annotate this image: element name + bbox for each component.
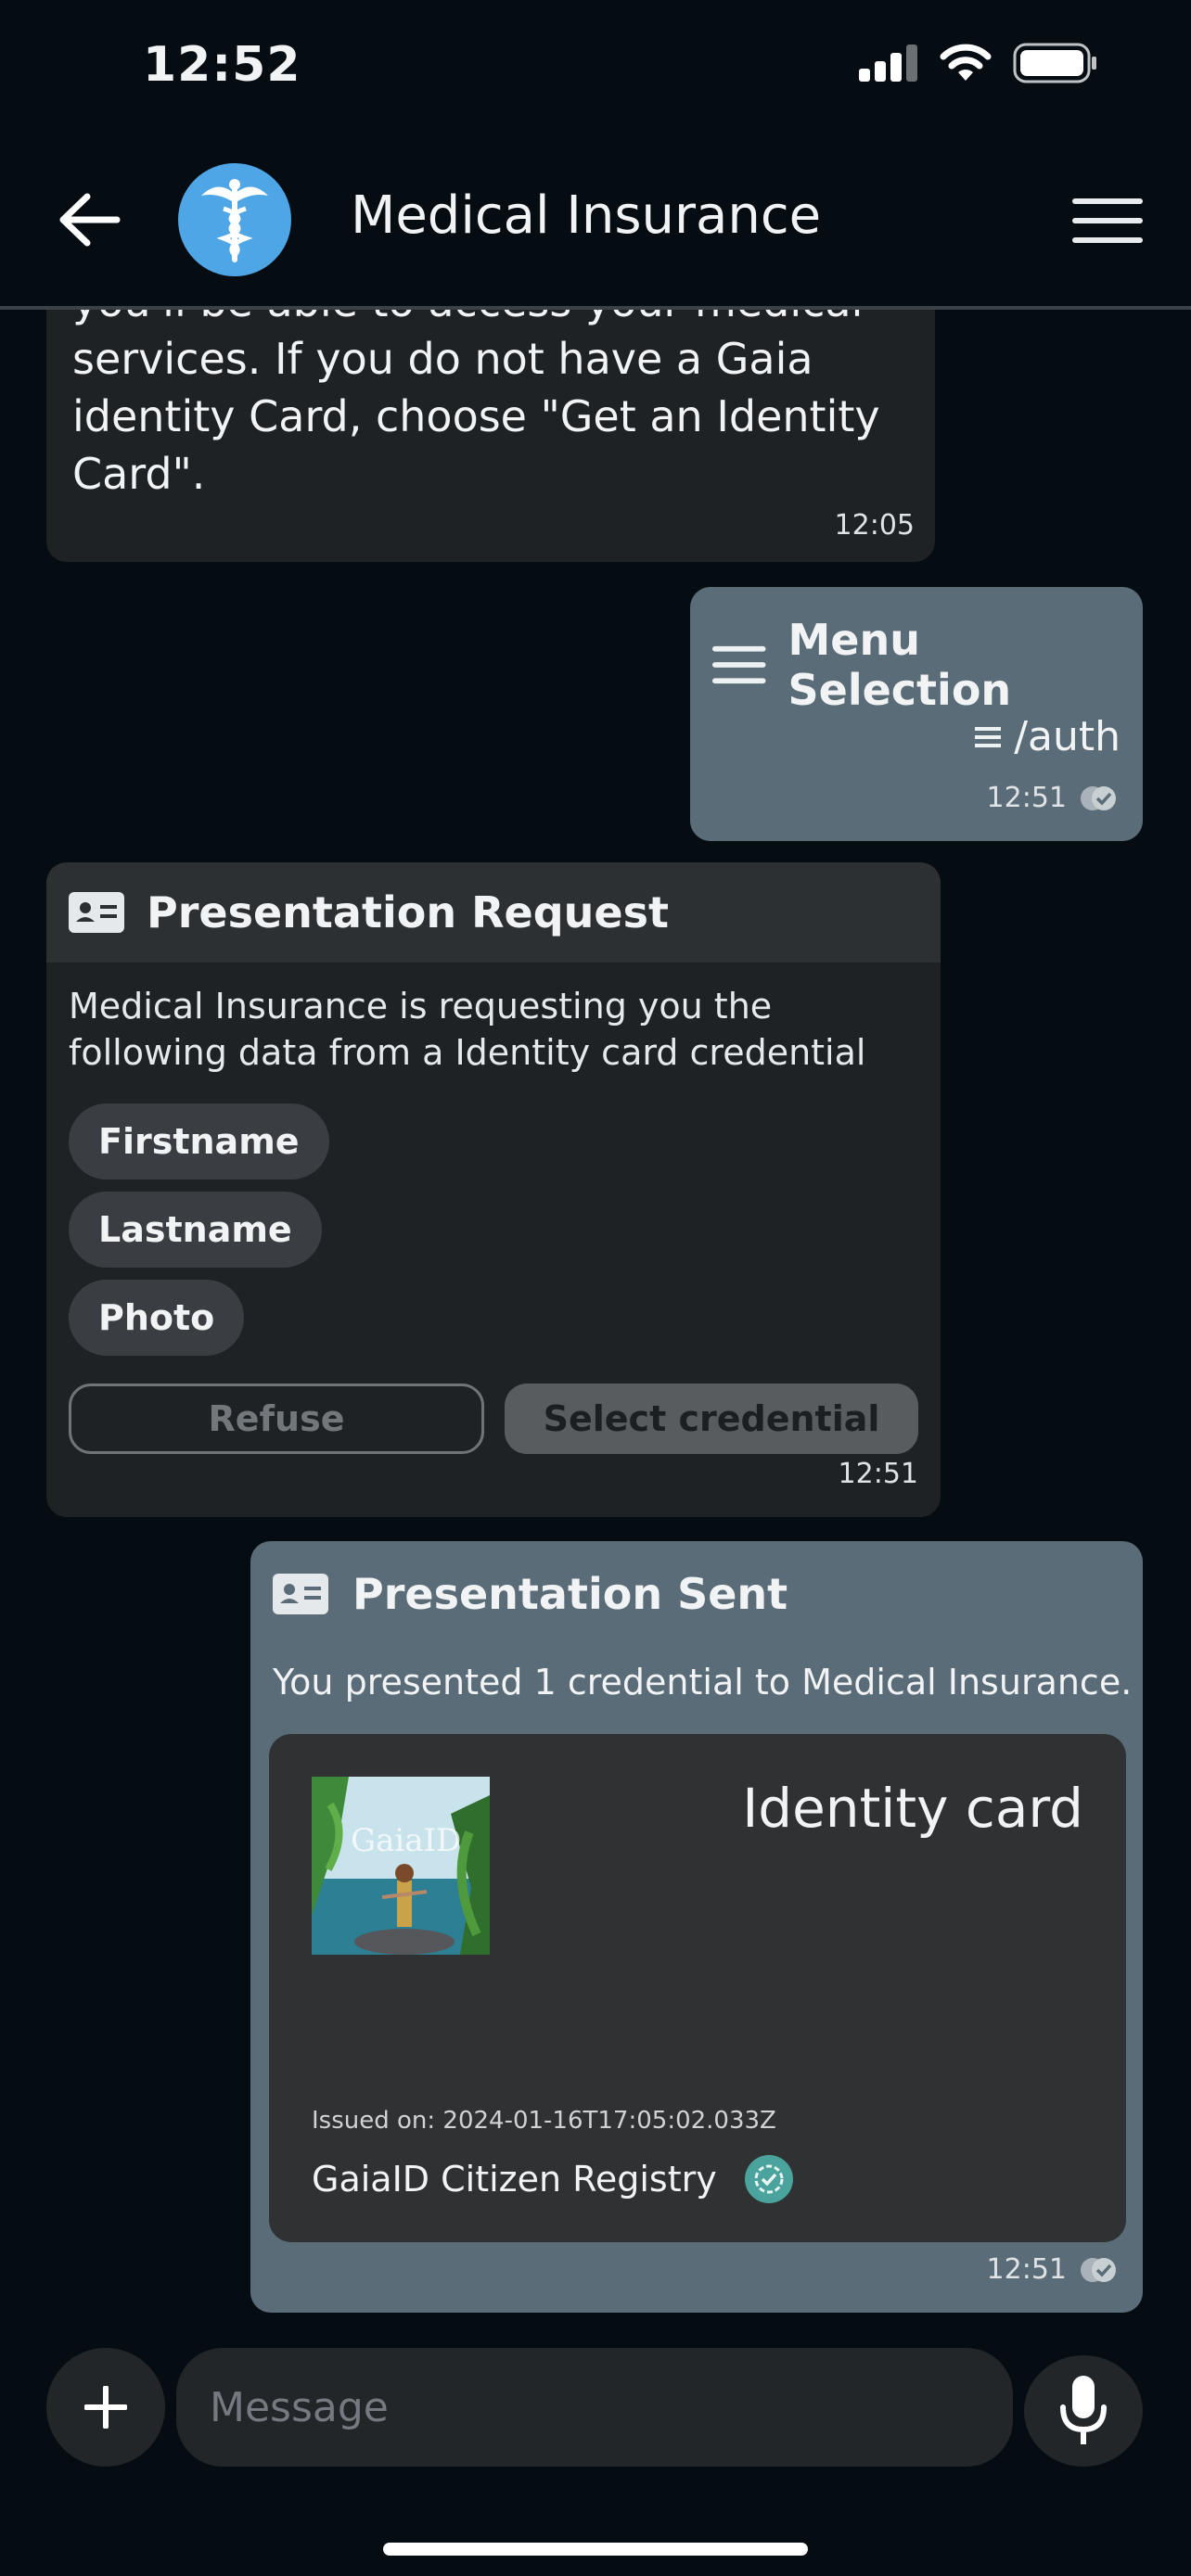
credential-issuer: GaiaID Citizen Registry — [312, 2159, 717, 2200]
status-time: 12:52 — [143, 37, 301, 93]
caduceus-icon — [201, 179, 268, 262]
presentation-sent-title: Presentation Sent — [352, 1569, 788, 1619]
command-text: /auth — [1014, 713, 1121, 760]
read-check-icon — [1081, 2257, 1116, 2282]
message-time: 12:05 — [834, 509, 915, 542]
home-indicator — [383, 2543, 808, 2556]
menu-selection-title: Menu Selection — [788, 615, 1012, 715]
id-card-icon — [273, 1574, 328, 1614]
presentation-sent-body: You presented 1 credential to Medical In… — [273, 1662, 1133, 1702]
credential-issued-date: Issued on: 2024-01-16T17:05:02.033Z — [312, 2107, 776, 2135]
attribute-chip: Firstname — [69, 1103, 329, 1180]
presentation-request-header: Presentation Request — [46, 862, 941, 963]
message-time: 12:51 — [986, 782, 1067, 814]
message-text: you'll be able to access your medical se… — [72, 278, 880, 499]
menu-selection-header: Menu Selection — [712, 615, 1143, 715]
credential-card[interactable]: GaiaID Identity card Issued on: 2024-01-… — [269, 1734, 1126, 2242]
read-check-icon — [1081, 785, 1116, 810]
signal-icon — [859, 45, 917, 82]
header-divider — [0, 306, 1191, 310]
select-credential-button[interactable]: Select credential — [505, 1384, 918, 1454]
message-input[interactable] — [176, 2348, 1013, 2467]
menu-icon — [712, 645, 766, 684]
message-time: 12:51 — [986, 2253, 1067, 2286]
plus-icon — [84, 2386, 127, 2429]
credential-name: Identity card — [742, 1777, 1083, 1840]
arrow-left-icon — [59, 193, 121, 247]
presentation-request-body: Medical Insurance is requesting you the … — [69, 986, 866, 1073]
message-time: 12:51 — [838, 1458, 918, 1490]
menu-button[interactable] — [1072, 198, 1143, 243]
wifi-icon — [940, 44, 992, 81]
credential-image: GaiaID — [312, 1777, 490, 1955]
presentation-request-title: Presentation Request — [147, 887, 669, 937]
attribute-chip: Lastname — [69, 1192, 322, 1268]
status-icons — [859, 43, 1098, 83]
message-time-row: 12:51 — [987, 782, 1119, 814]
microphone-button[interactable] — [1024, 2355, 1143, 2467]
avatar[interactable] — [178, 163, 291, 276]
id-card-icon — [69, 892, 124, 933]
credential-issuer-row: GaiaID Citizen Registry — [312, 2155, 793, 2203]
menu-selection-command: /auth — [975, 713, 1121, 760]
refuse-button[interactable]: Refuse — [69, 1384, 484, 1454]
message-intro: you'll be able to access your medical se… — [46, 278, 935, 562]
message-menu-selection: Menu Selection /auth 12:51 — [690, 587, 1143, 841]
credential-image-text: GaiaID — [351, 1822, 461, 1859]
message-presentation-request: Presentation Request Medical Insurance i… — [46, 862, 941, 1517]
list-icon — [975, 726, 1002, 747]
chat-title: Medical Insurance — [351, 185, 822, 246]
battery-icon — [1013, 43, 1096, 83]
message-time-row: 12:51 — [987, 2253, 1119, 2286]
presentation-sent-header: Presentation Sent — [273, 1569, 788, 1619]
message-presentation-sent: Presentation Sent You presented 1 creden… — [250, 1541, 1143, 2313]
microphone-icon — [1060, 2376, 1107, 2444]
back-button[interactable] — [56, 189, 122, 250]
verified-badge-icon — [744, 2155, 793, 2203]
attach-button[interactable] — [46, 2348, 165, 2467]
attribute-chip: Photo — [69, 1280, 245, 1356]
